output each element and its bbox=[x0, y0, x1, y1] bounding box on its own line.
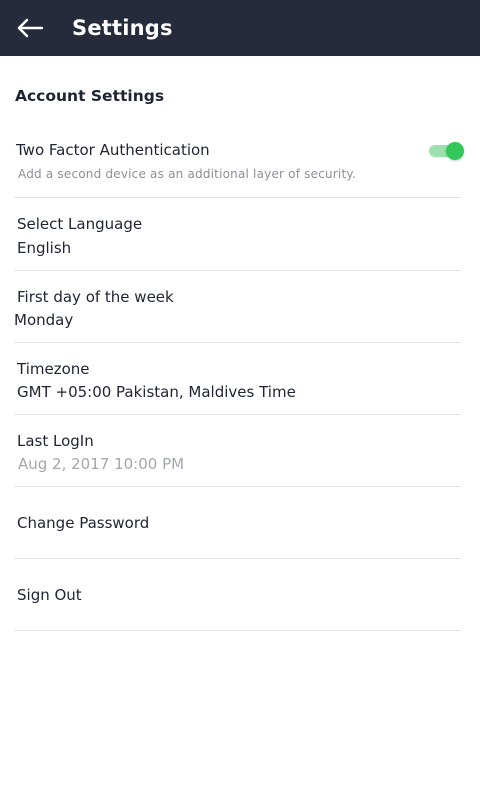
last-login-label: Last LogIn bbox=[17, 432, 94, 450]
first-day-value: Monday bbox=[14, 311, 74, 329]
last-login-value: Aug 2, 2017 10:00 PM bbox=[18, 455, 185, 473]
timezone-label: Timezone bbox=[17, 360, 90, 378]
timezone-value: GMT +05:00 Pakistan, Maldives Time bbox=[17, 383, 296, 401]
first-day-row[interactable]: First day of the week Monday bbox=[14, 271, 461, 342]
change-password-button[interactable]: Change Password bbox=[14, 487, 461, 558]
divider bbox=[14, 630, 461, 631]
two-factor-label: Two Factor Authentication bbox=[16, 141, 210, 159]
settings-screen: Settings Account Settings Two Factor Aut… bbox=[0, 0, 480, 798]
first-day-label: First day of the week bbox=[17, 288, 174, 306]
sign-out-label: Sign Out bbox=[17, 586, 82, 604]
change-password-label: Change Password bbox=[17, 514, 150, 532]
language-label: Select Language bbox=[17, 215, 143, 233]
sign-out-button[interactable]: Sign Out bbox=[14, 559, 461, 630]
timezone-row[interactable]: Timezone GMT +05:00 Pakistan, Maldives T… bbox=[14, 343, 461, 414]
toggle-thumb bbox=[446, 142, 464, 160]
two-factor-description: Add a second device as an additional lay… bbox=[18, 167, 356, 181]
language-value: English bbox=[17, 239, 72, 257]
language-row[interactable]: Select Language English bbox=[14, 198, 461, 270]
two-factor-toggle[interactable] bbox=[429, 142, 464, 160]
last-login-row: Last LogIn Aug 2, 2017 10:00 PM bbox=[14, 415, 461, 486]
